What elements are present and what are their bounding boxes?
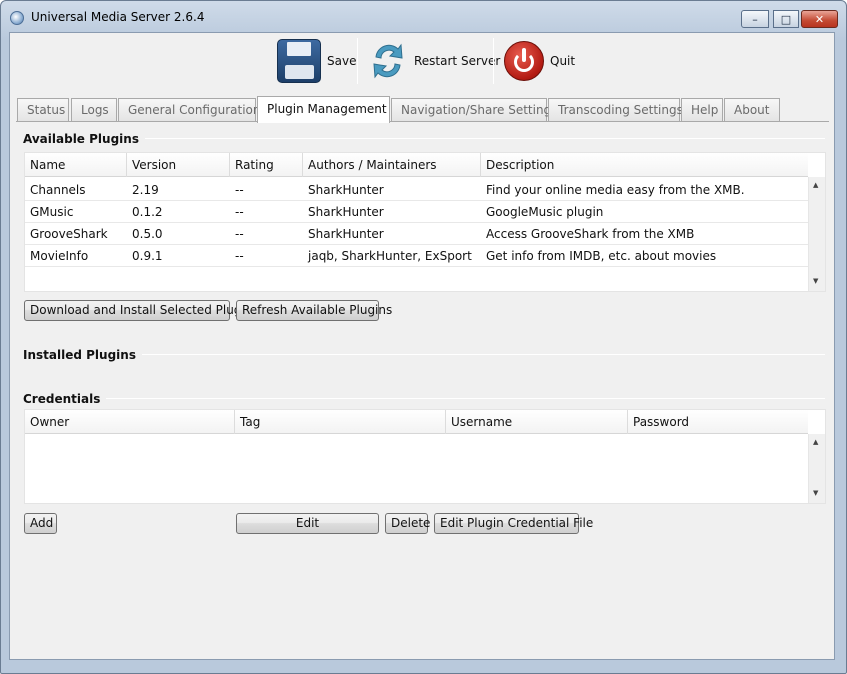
plugin-authors: SharkHunter xyxy=(308,183,384,197)
tab-status[interactable]: Status xyxy=(17,98,69,122)
tab-help[interactable]: Help xyxy=(681,98,723,122)
column-header-username[interactable]: Username xyxy=(446,410,628,434)
column-header-password[interactable]: Password xyxy=(628,410,808,434)
tab-plugin-management[interactable]: Plugin Management xyxy=(257,96,390,123)
plugin-version: 0.1.2 xyxy=(132,205,163,219)
table-row[interactable]: MovieInfo 0.9.1 -- jaqb, SharkHunter, Ex… xyxy=(25,245,808,267)
scroll-up-arrow-icon[interactable]: ▲ xyxy=(813,181,818,189)
plugin-description: GoogleMusic plugin xyxy=(486,205,604,219)
plugin-version: 0.5.0 xyxy=(132,227,163,241)
table-row[interactable]: GMusic 0.1.2 -- SharkHunter GoogleMusic … xyxy=(25,201,808,223)
tab-general-configuration[interactable]: General Configuration xyxy=(118,98,261,122)
scroll-up-arrow-icon[interactable]: ▲ xyxy=(813,438,818,446)
plugin-name: Channels xyxy=(30,183,86,197)
plugin-management-panel: Available Plugins Name Version Rating Au… xyxy=(16,121,829,651)
plugin-name: GrooveShark xyxy=(30,227,108,241)
plugin-name: GMusic xyxy=(30,205,74,219)
close-button[interactable]: ✕ xyxy=(801,10,838,28)
plugin-rating: -- xyxy=(235,249,244,263)
plugin-description: Access GrooveShark from the XMB xyxy=(486,227,695,241)
column-header-owner[interactable]: Owner xyxy=(25,410,235,434)
app-window: Universal Media Server 2.6.4 – □ ✕ Save … xyxy=(0,0,847,674)
plugin-version: 2.19 xyxy=(132,183,159,197)
table-row[interactable]: Channels 2.19 -- SharkHunter Find your o… xyxy=(25,179,808,201)
scroll-down-arrow-icon[interactable]: ▼ xyxy=(813,277,818,285)
vertical-scrollbar[interactable]: ▲ ▼ xyxy=(808,434,825,503)
table-row[interactable]: GrooveShark 0.5.0 -- SharkHunter Access … xyxy=(25,223,808,245)
plugin-authors: SharkHunter xyxy=(308,227,384,241)
plugin-description: Get info from IMDB, etc. about movies xyxy=(486,249,717,263)
maximize-button[interactable]: □ xyxy=(773,10,799,28)
power-icon xyxy=(504,41,544,81)
main-toolbar: Save Restart Server Quit xyxy=(10,33,836,91)
tab-logs[interactable]: Logs xyxy=(71,98,117,122)
toolbar-separator xyxy=(357,38,358,84)
plugin-authors: jaqb, SharkHunter, ExSport xyxy=(308,249,472,263)
credentials-table: Owner Tag Username Password ▲ ▼ xyxy=(24,409,826,504)
column-header-name[interactable]: Name xyxy=(25,153,127,177)
section-divider xyxy=(23,354,825,355)
edit-plugin-credential-file-button[interactable]: Edit Plugin Credential File xyxy=(434,513,593,534)
floppy-disk-icon xyxy=(277,39,321,83)
plugin-description: Find your online media easy from the XMB… xyxy=(486,183,745,197)
add-credential-button[interactable]: Add xyxy=(24,513,57,534)
edit-credential-button[interactable]: Edit xyxy=(236,513,379,534)
credentials-heading: Credentials xyxy=(23,392,107,406)
scroll-down-arrow-icon[interactable]: ▼ xyxy=(813,489,818,497)
quit-label: Quit xyxy=(550,54,576,68)
refresh-available-plugins-button[interactable]: Refresh Available Plugins xyxy=(236,300,392,321)
column-header-version[interactable]: Version xyxy=(127,153,230,177)
credentials-header: Owner Tag Username Password xyxy=(25,410,808,434)
window-title: Universal Media Server 2.6.4 xyxy=(31,10,205,24)
toolbar-separator xyxy=(493,38,494,84)
plugin-rating: -- xyxy=(235,205,244,219)
delete-credential-button[interactable]: Delete xyxy=(385,513,430,534)
plugin-name: MovieInfo xyxy=(30,249,89,263)
column-header-description[interactable]: Description xyxy=(481,153,808,177)
vertical-scrollbar[interactable]: ▲ ▼ xyxy=(808,177,825,291)
plugin-authors: SharkHunter xyxy=(308,205,384,219)
installed-plugins-heading: Installed Plugins xyxy=(23,348,142,362)
app-logo-icon xyxy=(10,11,24,25)
minimize-button[interactable]: – xyxy=(741,10,769,28)
available-plugins-header: Name Version Rating Authors / Maintainer… xyxy=(25,153,808,177)
restart-server-button[interactable]: Restart Server xyxy=(368,33,500,89)
restart-server-label: Restart Server xyxy=(414,54,501,68)
restart-arrows-icon xyxy=(368,39,408,83)
section-divider xyxy=(23,398,825,399)
plugin-rating: -- xyxy=(235,183,244,197)
client-area: Save Restart Server Quit Status Logs Gen… xyxy=(9,32,835,660)
title-bar[interactable]: Universal Media Server 2.6.4 – □ ✕ xyxy=(1,1,846,33)
plugin-rating: -- xyxy=(235,227,244,241)
column-header-authors[interactable]: Authors / Maintainers xyxy=(303,153,481,177)
column-header-rating[interactable]: Rating xyxy=(230,153,303,177)
save-label: Save xyxy=(327,54,357,68)
quit-button[interactable]: Quit xyxy=(504,33,575,89)
available-plugins-table: Name Version Rating Authors / Maintainer… xyxy=(24,152,826,292)
available-plugins-heading: Available Plugins xyxy=(23,132,145,146)
tab-navigation-share-settings[interactable]: Navigation/Share Settings xyxy=(391,98,557,122)
download-install-plugin-button[interactable]: Download and Install Selected Plugin xyxy=(24,300,252,321)
tab-transcoding-settings[interactable]: Transcoding Settings xyxy=(548,98,683,122)
tab-about[interactable]: About xyxy=(724,98,780,122)
save-button[interactable]: Save xyxy=(277,33,356,89)
plugin-version: 0.9.1 xyxy=(132,249,163,263)
column-header-tag[interactable]: Tag xyxy=(235,410,446,434)
